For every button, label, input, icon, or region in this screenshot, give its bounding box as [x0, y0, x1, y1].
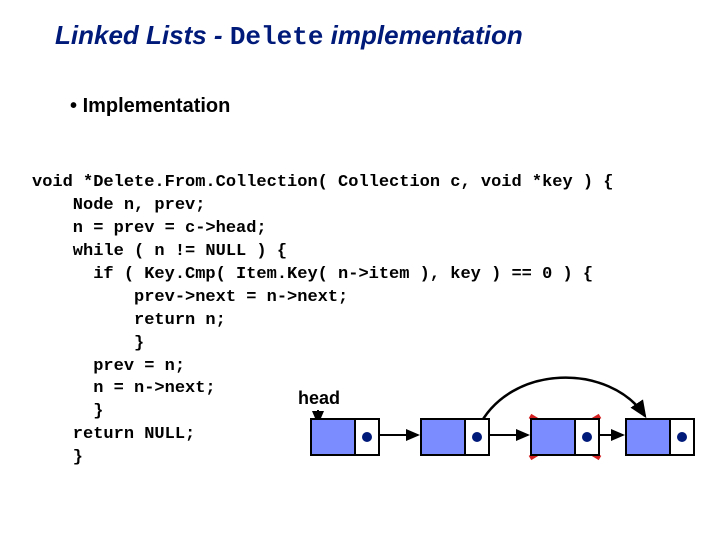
- list-node-4: [625, 418, 695, 456]
- title-suffix: implementation: [323, 20, 522, 50]
- node-pointer: [576, 420, 598, 454]
- list-node-3-deleted: [530, 418, 600, 456]
- bullet-text: Implementation: [83, 95, 231, 117]
- title-prefix: Linked Lists -: [55, 20, 230, 50]
- bullet-implementation: Implementation: [70, 95, 230, 118]
- title-mono: Delete: [230, 22, 324, 52]
- linked-list-diagram: head: [280, 368, 700, 488]
- node-data: [422, 420, 466, 454]
- node-pointer: [466, 420, 488, 454]
- node-pointer: [671, 420, 693, 454]
- node-data: [312, 420, 356, 454]
- list-node-2: [420, 418, 490, 456]
- slide: Linked Lists - Delete implementation Imp…: [0, 0, 720, 540]
- slide-title: Linked Lists - Delete implementation: [55, 20, 523, 52]
- list-node-1: [310, 418, 380, 456]
- node-data: [532, 420, 576, 454]
- node-pointer: [356, 420, 378, 454]
- node-data: [627, 420, 671, 454]
